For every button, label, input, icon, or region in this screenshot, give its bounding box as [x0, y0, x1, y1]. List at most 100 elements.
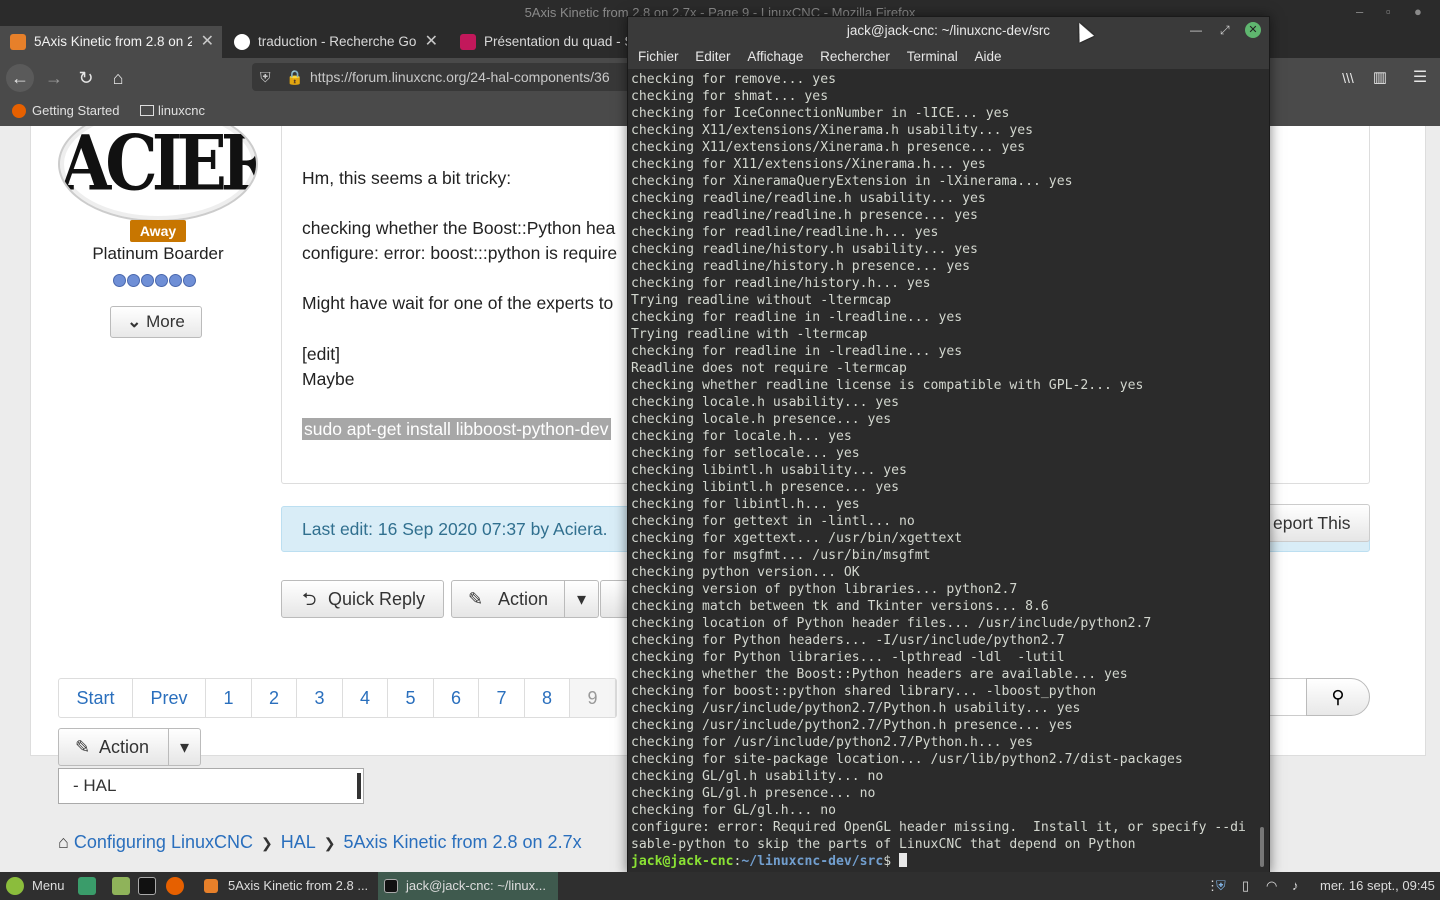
tab-close-icon[interactable]: ✕ — [425, 26, 438, 58]
terminal-launcher-icon[interactable] — [138, 877, 156, 895]
terminal-scrollbar[interactable] — [1258, 71, 1266, 873]
action-dropdown-button[interactable]: ▾ — [564, 580, 599, 618]
tab-presentation-quad[interactable]: Présentation du quad - S — [450, 26, 630, 58]
menu-terminal[interactable]: Terminal — [907, 49, 958, 64]
report-label: eport This — [1273, 513, 1351, 533]
url-text: https://forum.linuxcnc.org/24-hal-compon… — [310, 69, 610, 85]
terminal-line: Readline does not require -ltermcap — [631, 361, 907, 376]
terminal-line: checking X11/extensions/Xinerama.h prese… — [631, 140, 1026, 155]
rank-stars — [113, 274, 197, 292]
hamburger-menu-icon[interactable]: ☰ — [1406, 64, 1434, 92]
terminal-line: sable-python to skip the parts of LinuxC… — [631, 837, 1136, 852]
prompt-user: jack@jack-cnc — [631, 854, 734, 869]
terminal-line: checking for Python libraries... -lpthre… — [631, 650, 1065, 665]
taskbar-window-terminal[interactable]: jack@jack-cnc: ~/linux... — [378, 872, 558, 900]
menu-editer[interactable]: Editer — [695, 49, 730, 64]
terminal-line: configure: error: Required OpenGL header… — [631, 820, 1246, 835]
joomla-favicon-icon — [10, 34, 26, 50]
page-5[interactable]: 5 — [388, 679, 434, 717]
rank-star-icon — [113, 274, 126, 287]
category-select-value: - HAL — [73, 776, 117, 795]
sidebar-icon[interactable]: ▥ — [1366, 64, 1394, 92]
taskbar: Menu 5Axis Kinetic from 2.8 ... jack@jac… — [0, 872, 1440, 900]
tab-label: Présentation du quad - S — [484, 34, 630, 49]
bottom-action-button[interactable]: ✎ Action — [58, 728, 169, 766]
library-icon[interactable]: \\\ — [1334, 64, 1362, 92]
joomla-favicon-icon — [204, 879, 218, 893]
browser-close-button[interactable]: ● — [1414, 0, 1422, 26]
page-1[interactable]: 1 — [206, 679, 252, 717]
breadcrumb-item[interactable]: 5Axis Kinetic from 2.8 on 2.7x — [343, 832, 581, 852]
terminal-prompt[interactable]: jack@jack-cnc:~/linuxcnc-dev/src$ — [631, 853, 1255, 870]
tab-google-search[interactable]: traduction - Recherche Google ✕ — [224, 26, 446, 58]
clipboard-tray-icon[interactable]: ▯ — [1242, 872, 1249, 900]
terminal-close-button[interactable]: ✕ — [1245, 22, 1261, 38]
reload-button[interactable]: ↻ — [72, 64, 100, 92]
terminal-line: checking readline/history.h presence... … — [631, 259, 970, 274]
terminal-title-bar[interactable]: jack@jack-cnc: ~/linuxcnc-dev/src — [628, 17, 1269, 45]
post-line: [edit] — [302, 344, 340, 364]
breadcrumb-item[interactable]: Configuring LinuxCNC — [74, 832, 253, 852]
mint-logo-icon — [6, 877, 24, 895]
post-line: checking whether the Boost::Python hea — [302, 218, 616, 238]
terminal-line: checking for Python headers... -I/usr/in… — [631, 633, 1065, 648]
home-button[interactable]: ⌂ — [104, 64, 132, 92]
tab-close-icon[interactable]: ✕ — [201, 26, 214, 58]
show-desktop-icon[interactable] — [78, 877, 96, 895]
search-button[interactable]: ⚲ — [1306, 678, 1370, 716]
home-icon[interactable]: ⌂ — [58, 832, 69, 852]
rank-star-icon — [127, 274, 140, 287]
scrollbar-thumb[interactable] — [1260, 827, 1264, 867]
shield-tray-icon[interactable]: ⛨ — [1216, 872, 1226, 900]
browser-maximize-button[interactable]: ▫ — [1386, 0, 1391, 26]
post-line: Might have wait for one of the experts t… — [302, 293, 614, 313]
terminal-line: checking for shmat... yes — [631, 89, 829, 104]
category-select[interactable]: - HAL — [58, 768, 364, 804]
page-start[interactable]: Start — [59, 679, 133, 717]
forward-button[interactable]: → — [40, 64, 68, 92]
browser-minimize-button[interactable]: – — [1356, 0, 1363, 26]
bookmark-getting-started[interactable]: Getting Started — [32, 96, 119, 126]
search-icon: ⚲ — [1331, 687, 1345, 707]
shield-icon: ⛨ — [260, 69, 271, 85]
bottom-action-dropdown[interactable]: ▾ — [168, 728, 201, 766]
files-icon[interactable] — [112, 877, 130, 895]
caret-down-icon: ▾ — [576, 589, 587, 609]
start-menu-button[interactable]: Menu — [4, 872, 70, 900]
volume-tray-icon[interactable]: ♪ — [1292, 872, 1299, 900]
menu-fichier[interactable]: Fichier — [638, 49, 679, 64]
page-6[interactable]: 6 — [434, 679, 479, 717]
menu-rechercher[interactable]: Rechercher — [820, 49, 890, 64]
terminal-output[interactable]: checking for remove... yes checking for s… — [631, 71, 1255, 873]
menu-aide[interactable]: Aide — [974, 49, 1001, 64]
back-button[interactable]: ← — [6, 64, 34, 92]
bookmark-linuxcnc[interactable]: linuxcnc — [158, 96, 205, 126]
terminal-minimize-button[interactable]: — — [1190, 17, 1202, 43]
tab-linuxcnc-forum[interactable]: 5Axis Kinetic from 2.8 on 2.7x - Page 9 … — [0, 26, 222, 58]
page-8[interactable]: 8 — [525, 679, 570, 717]
terminal-line: checking python version... OK — [631, 565, 860, 580]
action-button[interactable]: ✎ Action — [451, 580, 565, 618]
prompt-path: ~/linuxcnc-dev/src — [741, 854, 884, 869]
avatar[interactable]: ACIERA — [58, 126, 258, 222]
site-favicon-icon — [460, 34, 476, 50]
clock[interactable]: mer. 16 sept., 09:45 — [1320, 872, 1435, 900]
page-3[interactable]: 3 — [297, 679, 343, 717]
page-2[interactable]: 2 — [252, 679, 297, 717]
page-7[interactable]: 7 — [479, 679, 525, 717]
more-button[interactable]: ⌄ More — [110, 306, 202, 338]
menu-affichage[interactable]: Affichage — [747, 49, 803, 64]
chevron-down-icon: ⌄ — [127, 312, 142, 331]
page-prev[interactable]: Prev — [133, 679, 206, 717]
terminal-maximize-button[interactable]: ⤢ — [1220, 17, 1230, 43]
taskbar-window-firefox[interactable]: 5Axis Kinetic from 2.8 ... — [200, 872, 376, 900]
terminal-line: checking libintl.h usability... yes — [631, 463, 907, 478]
quick-reply-button[interactable]: ⮌ Quick Reply — [281, 580, 444, 618]
firefox-launcher-icon[interactable] — [166, 877, 184, 895]
page-4[interactable]: 4 — [343, 679, 388, 717]
terminal-line: checking for readline in -lreadline... y… — [631, 310, 963, 325]
terminal-line: checking GL/gl.h usability... no — [631, 769, 884, 784]
breadcrumb-item[interactable]: HAL — [281, 832, 316, 852]
select-scroll-indicator — [357, 773, 361, 799]
wifi-tray-icon[interactable]: ◠ — [1266, 872, 1277, 900]
